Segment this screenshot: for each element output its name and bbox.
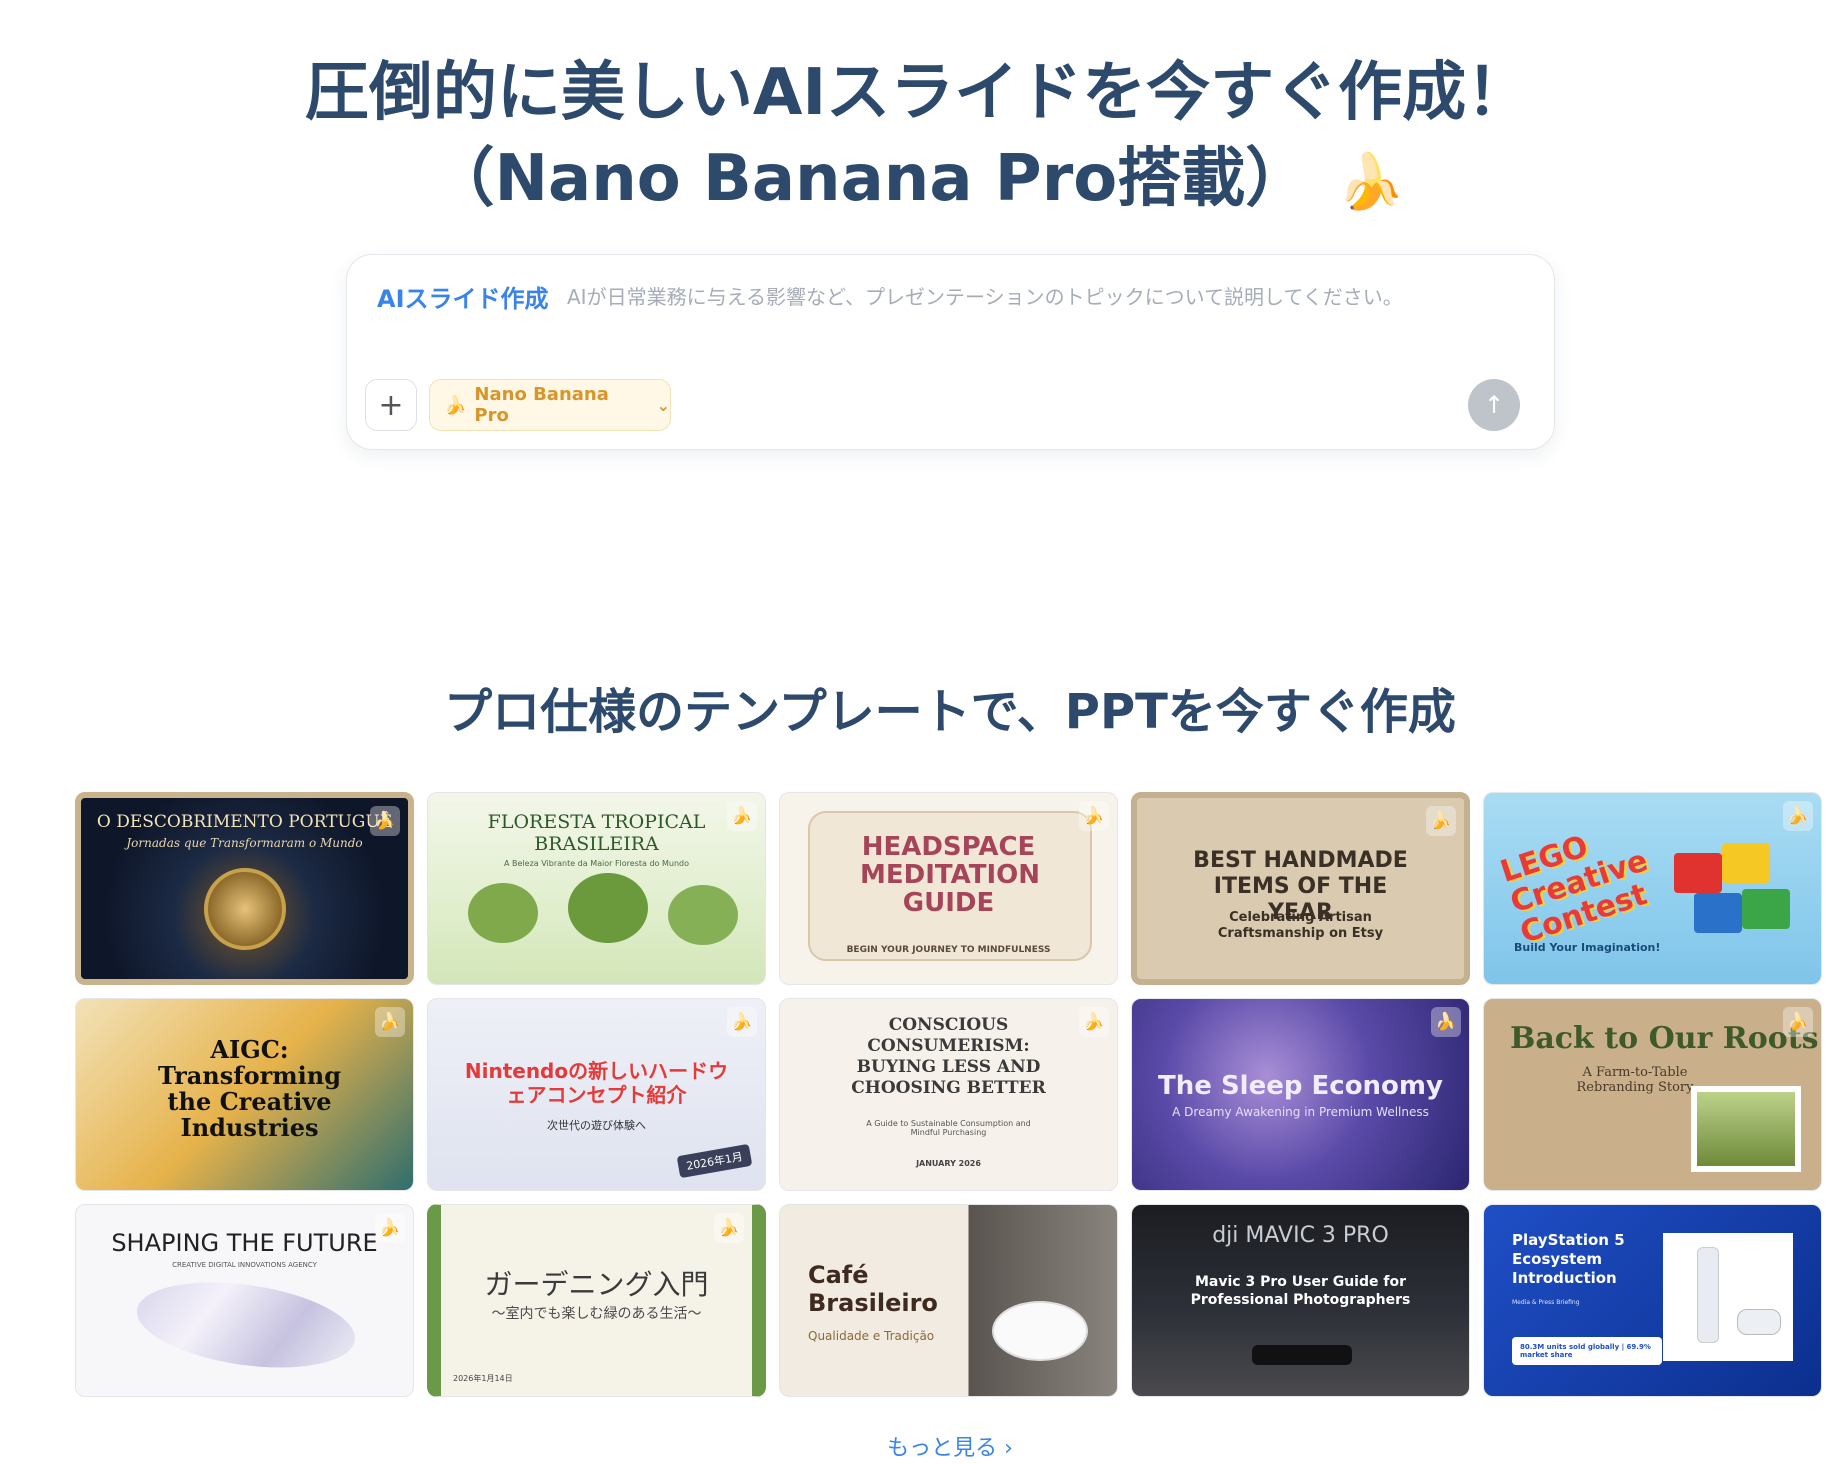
send-button[interactable]: ↑ [1468,379,1520,431]
banana-badge-icon: 🍌 [1079,1007,1109,1037]
template-card-subtitle: Qualidade e Tradição [808,1329,935,1343]
template-grid: O DESCOBRIMENTO PORTUGUÊ Jornadas que Tr… [75,792,1822,1397]
template-card-title: The Sleep Economy [1158,1071,1443,1101]
template-card[interactable]: O DESCOBRIMENTO PORTUGUÊ Jornadas que Tr… [75,792,414,985]
template-card-title: Nintendoの新しいハードウェアコンセプト紹介 [464,1059,729,1107]
template-card-subtitle: Jornadas que Transformaram o Mundo [126,836,363,850]
hero-title-line1: 圧倒的に美しいAIスライドを今すぐ作成！ [304,56,1531,130]
lego-bricks-icon [1742,889,1790,929]
template-card-title: PlayStation 5 Ecosystem Introduction [1512,1231,1625,1287]
banana-badge-icon: 🍌 [727,801,757,831]
template-card[interactable]: Back to Our Roots A Farm-to-Table Rebran… [1483,998,1822,1191]
template-card[interactable]: SHAPING THE FUTURE CREATIVE DIGITAL INNO… [75,1204,414,1397]
photo-polaroid [1691,1086,1801,1172]
template-card[interactable]: Nintendoの新しいハードウェアコンセプト紹介 次世代の遊び体験へ 2026… [427,998,766,1191]
template-card-title: Mavic 3 Pro User Guide for Professional … [1190,1274,1411,1308]
template-card-subtitle: Build Your Imagination! [1514,941,1661,954]
template-card[interactable]: The Sleep Economy A Dreamy Awakening in … [1131,998,1470,1191]
banana-badge-icon: 🍌 [1783,1007,1813,1037]
console-icon [1663,1233,1793,1361]
banana-badge-icon: 🍌 [1783,801,1813,831]
template-card[interactable]: AIGC: Transforming the Creative Industri… [75,998,414,1191]
template-card-date: JANUARY 2026 [916,1159,981,1168]
template-card[interactable]: PlayStation 5 Ecosystem Introduction Med… [1483,1204,1822,1397]
prompt-box[interactable]: AIスライド作成 AIが日常業務に与える影響など、プレゼンテーションのトピックに… [346,254,1555,450]
template-card[interactable]: ガーデニング入門 ～室内でも楽しむ緑のある生活～ 2026年1月14日 🍌 [427,1204,766,1397]
template-card-title: Back to Our Roots [1510,1021,1819,1056]
template-card-subtitle: ～室内でも楽しむ緑のある生活～ [491,1306,702,1322]
tree-icon [468,883,538,943]
arrow-up-icon: ↑ [1483,391,1505,419]
banana-icon: 🍌 [444,394,467,416]
stat-box: 80.3M units sold globally | 69.9% market… [1512,1337,1662,1365]
template-card-title: O DESCOBRIMENTO PORTUGUÊ [96,812,393,832]
drone-icon [1252,1345,1352,1365]
template-card-subtitle: A Guide to Sustainable Consumption and M… [866,1119,1031,1137]
prompt-label: AIスライド作成 [377,285,549,313]
template-card-subtitle: A Dreamy Awakening in Premium Wellness [1172,1105,1429,1119]
template-card[interactable]: Café Brasileiro Qualidade e Tradição [779,1204,1118,1397]
template-card-subtitle: 次世代の遊び体験へ [547,1119,646,1132]
see-more-link[interactable]: もっと見る › [0,1430,1835,1462]
banana-badge-icon: 🍌 [1426,806,1456,836]
template-card-title: FLORESTA TROPICAL BRASILEIRA [487,811,706,855]
prompt-input[interactable]: AIが日常業務に与える影響など、プレゼンテーションのトピックについて説明してくだ… [567,281,1403,310]
chrome-shape [131,1270,361,1380]
add-attachment-button[interactable]: + [365,379,417,431]
banana-badge-icon: 🍌 [375,1007,405,1037]
template-card-subtitle: BEGIN YOUR JOURNEY TO MINDFULNESS [846,945,1051,955]
banana-badge-icon: 🍌 [375,1213,405,1243]
chevron-down-icon: ⌄ [656,395,670,415]
hero-title-line2: （Nano Banana Pro搭載） 🍌 [0,136,1835,225]
banana-badge-icon: 🍌 [370,806,400,836]
template-card[interactable]: FLORESTA TROPICAL BRASILEIRA A Beleza Vi… [427,792,766,985]
template-card[interactable]: BEST HANDMADE ITEMS OF THE YEAR Celebrat… [1131,792,1470,985]
template-card-title: AIGC: Transforming the Creative Industri… [158,1035,341,1142]
banana-emoji-icon: 🍌 [1337,150,1405,213]
lego-bricks-icon [1694,893,1742,933]
banana-badge-icon: 🍌 [714,1213,744,1243]
template-card[interactable]: CONSCIOUS CONSUMERISM: BUYING LESS AND C… [779,998,1118,1191]
templates-title: プロ仕様のテンプレートで、PPTを今すぐ作成 [444,684,1456,740]
model-select[interactable]: 🍌 Nano Banana Pro ⌄ [429,379,671,431]
template-card-title: CONSCIOUS CONSUMERISM: BUYING LESS AND C… [851,1015,1046,1098]
template-card-title: HEADSPACE MEDITATION GUIDE [860,832,1040,918]
date-tag: 2026年1月 [676,1143,753,1179]
plus-icon: + [378,387,404,423]
banana-badge-icon: 🍌 [1431,1007,1461,1037]
template-card-subtitle: Celebrating Artisan Craftsmanship on Ets… [1217,910,1384,941]
hero-title: 圧倒的に美しいAIスライドを今すぐ作成！ （Nano Banana Pro搭載）… [0,50,1835,225]
template-card-subtitle: Media & Press Briefing [1512,1299,1580,1306]
tree-icon [668,885,738,945]
template-card-subtitle: A Farm-to-Table Rebranding Story [1576,1065,1694,1095]
hero-title-line2-text: （Nano Banana Pro搭載） [430,142,1310,216]
template-card-title: LEGO Creative Contest [1496,828,1652,951]
coffee-cup-icon [992,1301,1088,1361]
lego-bricks-icon [1722,843,1770,883]
template-card-subtitle: A Beleza Vibrante da Maior Floresta do M… [504,859,689,868]
template-card-title: Café Brasileiro [808,1261,938,1317]
template-card-brand: dji MAVIC 3 PRO [1212,1223,1389,1248]
template-card[interactable]: dji MAVIC 3 PRO Mavic 3 Pro User Guide f… [1131,1204,1470,1397]
template-card[interactable]: HEADSPACE MEDITATION GUIDE BEGIN YOUR JO… [779,792,1118,985]
template-card-subtitle: CREATIVE DIGITAL INNOVATIONS AGENCY [172,1261,317,1269]
banana-badge-icon: 🍌 [1079,801,1109,831]
tree-icon [568,873,648,943]
compass-icon [204,868,286,950]
template-card-date: 2026年1月14日 [453,1374,513,1383]
lego-bricks-icon [1674,853,1722,893]
model-select-label: Nano Banana Pro [474,384,609,426]
template-card-title: ガーデニング入門 [484,1268,709,1301]
banana-badge-icon: 🍌 [727,1007,757,1037]
template-card[interactable]: LEGO Creative Contest Build Your Imagina… [1483,792,1822,985]
template-card-title: SHAPING THE FUTURE [111,1229,378,1257]
